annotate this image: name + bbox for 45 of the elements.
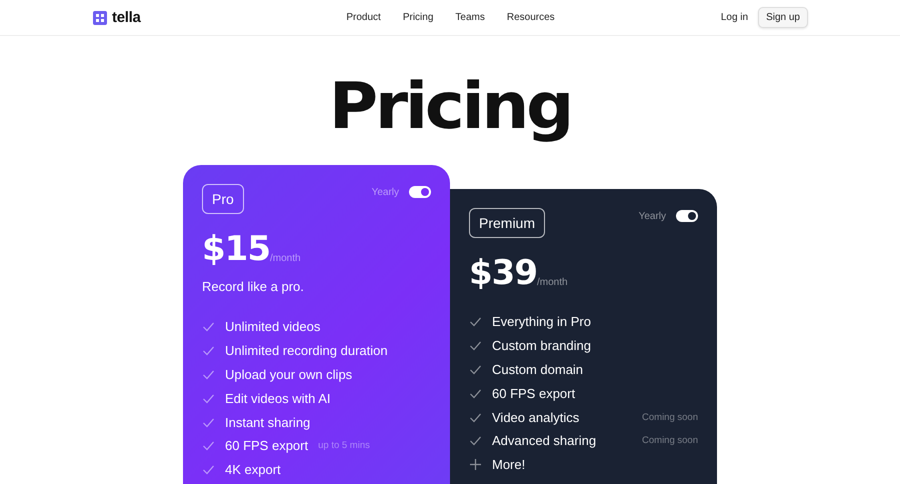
nav-link[interactable]: Product	[346, 12, 381, 23]
check-icon	[469, 315, 482, 328]
check-icon	[202, 344, 215, 358]
feature-text: Edit videos with AI	[225, 390, 330, 406]
signup-button[interactable]: Sign up	[758, 7, 808, 28]
billing-toggle[interactable]	[409, 186, 431, 198]
feature-text: Custom domain	[492, 362, 584, 377]
nav-link[interactable]: Resources	[506, 12, 555, 23]
plan-price: $15	[202, 232, 270, 266]
nav-link[interactable]: Teams	[455, 12, 485, 23]
billing-label: Yearly	[638, 210, 666, 222]
plan-name-badge: Premium	[469, 208, 546, 238]
feature-note: up to 5 mins	[318, 440, 370, 452]
feature-note: Coming soon	[642, 412, 698, 423]
feature-text: Unlimited videos	[225, 319, 320, 334]
price-period: /month	[536, 277, 568, 288]
feature-text: Custom branding	[492, 338, 591, 354]
logo-icon	[93, 10, 107, 24]
feature-text: Video analytics	[492, 410, 580, 425]
page-title: Pricing	[328, 72, 572, 142]
nav-link[interactable]: Pricing	[402, 12, 434, 23]
feature-text: 4K export	[225, 462, 281, 478]
billing-label: Yearly	[372, 186, 399, 198]
check-icon	[202, 439, 215, 452]
price-period: /month	[270, 253, 301, 264]
feature-text: Instant sharing	[225, 414, 310, 430]
billing-toggle[interactable]	[676, 210, 698, 222]
plan-name-badge: Pro	[202, 184, 244, 214]
feature-text: Advanced sharing	[492, 433, 596, 448]
feature-note: Coming soon	[642, 435, 698, 446]
feature-text: More!	[492, 457, 526, 472]
feature-text: Everything in Pro	[492, 314, 591, 330]
login-link[interactable]: Log in	[720, 12, 748, 23]
feature-text: Upload your own clips	[225, 366, 352, 382]
check-icon	[202, 463, 215, 476]
feature-text: 60 FPS export	[492, 386, 576, 401]
plus-icon	[469, 458, 482, 472]
plan-tagline: Record like a pro.	[202, 279, 305, 294]
feature-text: Unlimited recording duration	[225, 343, 388, 358]
check-icon	[469, 339, 482, 352]
check-icon	[469, 434, 482, 448]
feature-text: 60 FPS export	[225, 438, 308, 454]
logo-text[interactable]: tella	[112, 9, 141, 26]
check-icon	[202, 320, 215, 334]
plan-price: $39	[469, 256, 537, 290]
